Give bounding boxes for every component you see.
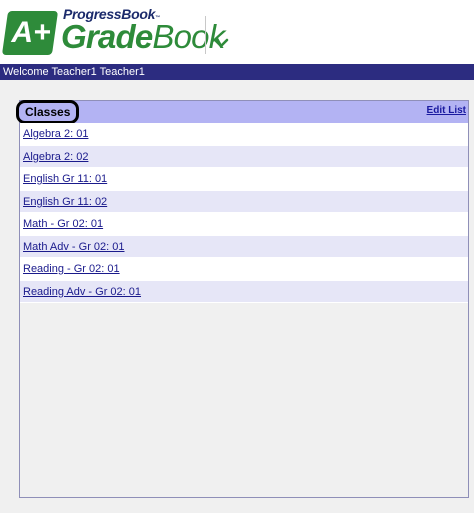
class-row: English Gr 11: 01 [20,168,468,191]
class-link[interactable]: Reading - Gr 02: 01 [23,263,120,275]
brand-divider [205,16,206,54]
class-row: Reading - Gr 02: 01 [20,258,468,281]
class-link[interactable]: English Gr 11: 02 [23,196,107,208]
class-link[interactable]: English Gr 11: 01 [23,173,107,185]
class-list: Algebra 2: 01 Algebra 2: 02 English Gr 1… [20,123,468,303]
class-row: Algebra 2: 02 [20,145,468,168]
edit-list-link[interactable]: Edit List [427,105,466,116]
brand-name-large: GradeBook [61,17,225,57]
class-row: Reading Adv - Gr 02: 01 [20,280,468,303]
class-link[interactable]: Algebra 2: 01 [23,128,88,140]
brand-big-bold: Grade [61,18,153,55]
class-row: Algebra 2: 01 [20,123,468,146]
classes-title: Classes [16,100,80,124]
welcome-bar: Welcome Teacher1 Teacher1 [0,64,474,80]
chevron-down-icon[interactable] [210,32,232,54]
class-row: Math Adv - Gr 02: 01 [20,235,468,258]
class-row: English Gr 11: 02 [20,190,468,213]
class-link[interactable]: Math - Gr 02: 01 [23,218,103,230]
class-row: Math - Gr 02: 01 [20,213,468,236]
classes-panel-header: Classes Edit List [16,100,468,124]
classes-panel: Classes Edit List Algebra 2: 01 Algebra … [16,100,469,498]
class-link[interactable]: Math Adv - Gr 02: 01 [23,241,125,253]
class-link[interactable]: Reading Adv - Gr 02: 01 [23,286,141,298]
logo-badge-text: A+ [11,16,51,49]
class-link[interactable]: Algebra 2: 02 [23,151,88,163]
app-header: A+ ProgressBook™ GradeBook [0,0,474,64]
